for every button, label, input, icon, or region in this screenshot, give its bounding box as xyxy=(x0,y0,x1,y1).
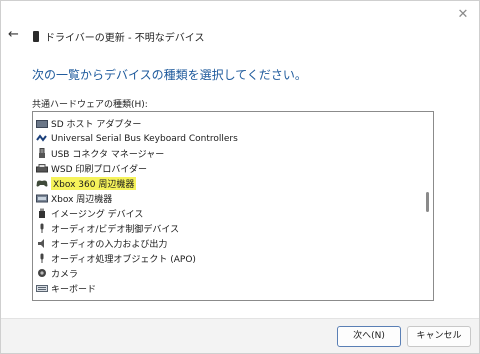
list-item[interactable]: SD ホスト アダプター xyxy=(33,116,421,131)
list-item-label: USB コネクタ マネージャー xyxy=(51,150,165,160)
list-item[interactable]: WSD 印刷プロバイダー xyxy=(33,161,421,176)
list-item-label: キーボード xyxy=(51,285,97,295)
hardware-type-list[interactable]: SD ホスト アダプター Universal Serial Bus Keyboar… xyxy=(32,111,434,301)
sd-host-icon xyxy=(36,118,48,129)
list-item[interactable]: Xbox 360 周辺機器 xyxy=(33,176,421,191)
list-item-label: Xbox 周辺機器 xyxy=(51,195,113,205)
list-item-label: WSD 印刷プロバイダー xyxy=(51,165,148,175)
next-button[interactable]: 次へ(N) xyxy=(337,326,401,347)
list-item[interactable]: Universal Serial Bus Keyboard Controller… xyxy=(33,131,421,146)
list-item[interactable]: Xbox 周辺機器 xyxy=(33,191,421,206)
list-item[interactable]: オーディオ処理オブジェクト (APO) xyxy=(33,251,421,266)
device-icon xyxy=(33,30,39,42)
list-item-label: SD ホスト アダプター xyxy=(51,120,142,130)
list-item[interactable]: オーディオの入力および出力 xyxy=(33,236,421,251)
close-button[interactable]: ✕ xyxy=(455,7,471,23)
audio-video-icon xyxy=(36,223,48,234)
update-driver-dialog: ✕ ← ドライバーの更新 - 不明なデバイス 次の一覧からデバイスの種類を選択し… xyxy=(0,0,480,354)
printer-icon xyxy=(36,163,48,174)
list-item[interactable]: キーボード xyxy=(33,281,421,296)
list-item-label: Xbox 360 周辺機器 xyxy=(51,177,137,190)
audio-io-icon xyxy=(36,238,48,249)
cancel-button[interactable]: キャンセル xyxy=(407,326,471,347)
scrollbar-thumb[interactable] xyxy=(426,192,429,212)
list-scrollbar[interactable] xyxy=(421,112,433,300)
list-item-label: オーディオの入力および出力 xyxy=(51,240,168,250)
list-item[interactable]: USB コネクタ マネージャー xyxy=(33,146,421,161)
imaging-device-icon xyxy=(36,208,48,219)
camera-icon xyxy=(36,268,48,279)
list-item-label: オーディオ/ビデオ制御デバイス xyxy=(51,225,180,235)
dialog-title: ドライバーの更新 - 不明なデバイス xyxy=(45,32,205,44)
list-item[interactable]: オーディオ/ビデオ制御デバイス xyxy=(33,221,421,236)
back-arrow-icon[interactable]: ← xyxy=(8,28,22,42)
list-item-label: イメージング デバイス xyxy=(51,210,144,220)
usb-connector-icon xyxy=(36,148,48,159)
xbox-controller-icon xyxy=(36,178,48,189)
dialog-header: ドライバーの更新 - 不明なデバイス xyxy=(33,28,204,44)
list-item-label: Universal Serial Bus Keyboard Controller… xyxy=(51,133,238,144)
list-item-label: オーディオ処理オブジェクト (APO) xyxy=(51,255,196,265)
xbox-peripheral-icon xyxy=(36,193,48,204)
usb-keyboard-controller-icon xyxy=(36,133,48,144)
hardware-type-items: SD ホスト アダプター Universal Serial Bus Keyboar… xyxy=(33,116,421,296)
instruction-text: 次の一覧からデバイスの種類を選択してください。 xyxy=(32,68,307,82)
audio-processing-icon xyxy=(36,253,48,264)
list-item[interactable]: イメージング デバイス xyxy=(33,206,421,221)
dialog-footer: 次へ(N) キャンセル xyxy=(1,318,479,353)
hardware-type-label: 共通ハードウェアの種類(H): xyxy=(32,100,148,110)
list-item-label: カメラ xyxy=(51,270,79,280)
list-item[interactable]: カメラ xyxy=(33,266,421,281)
keyboard-icon xyxy=(36,283,48,294)
